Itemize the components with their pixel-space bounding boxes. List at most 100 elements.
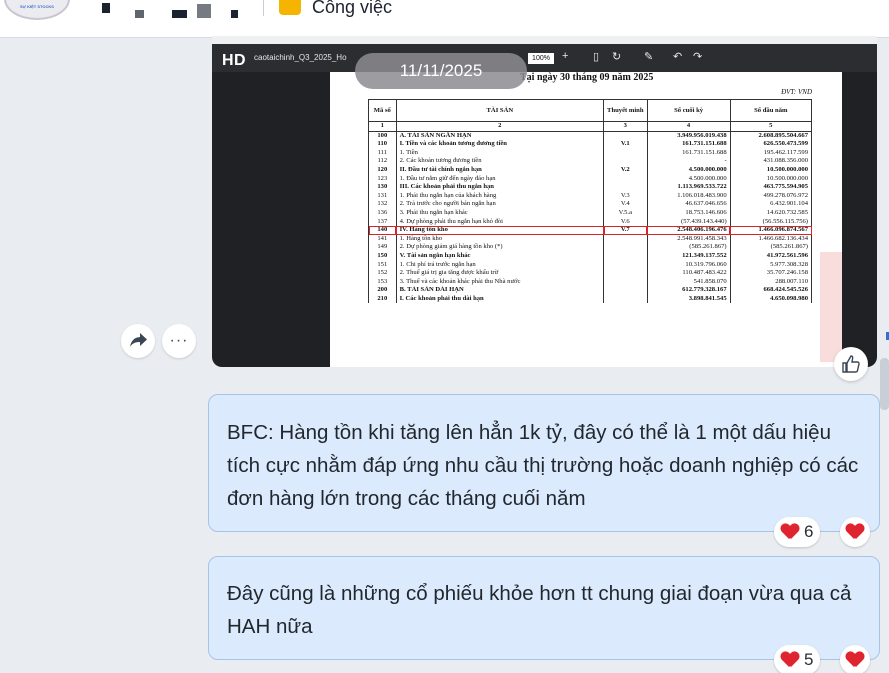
more-button[interactable]: ··· (162, 324, 196, 358)
message-text: BFC: Hàng tồn khi tăng lên hẳn 1k tỷ, đâ… (227, 421, 859, 510)
pdf-unit: ĐVT: VND (781, 88, 812, 96)
row-end-value: 541.858.070 (646, 277, 731, 287)
zoom-level: 100% (528, 53, 554, 64)
row-name: V. Tài sản ngắn hạn khác (395, 251, 605, 261)
table-row: 141 1. Hàng tồn kho 2.548.991.458.343 1.466… (368, 234, 813, 244)
react-button[interactable] (840, 517, 870, 547)
row-note (603, 286, 648, 295)
pdf-file-name: caotaichinh_Q3_2025_Ho (254, 53, 347, 62)
row-code: 136 (368, 208, 397, 218)
row-start-value: 195.462.117.599 (729, 148, 813, 158)
row-start-value: 4.650.098.980 (729, 294, 813, 304)
row-note: V.4 (603, 200, 648, 209)
undo-icon: ↶ (673, 51, 683, 63)
message-bubble[interactable]: Đây cũng là những cổ phiếu khỏe hơn tt c… (208, 556, 880, 660)
table-row: 210 I. Các khoản phải thu dài hạn 3.898.84… (368, 294, 813, 304)
table-row: 130 III. Các khoản phải thu ngắn hạn 1.113… (368, 183, 813, 192)
row-start-value: (56.556.115.756) (729, 217, 813, 227)
table-row: 110 I. Tiền và các khoản tương đương tiền… (368, 140, 813, 149)
date-separator: 11/11/2025 (355, 53, 527, 89)
scrollbar[interactable] (880, 358, 889, 410)
row-end-value: - (646, 157, 731, 166)
row-code: 137 (368, 217, 397, 227)
row-end-value: 46.637.046.656 (646, 200, 731, 209)
row-code: 112 (368, 157, 397, 166)
blurred-name (172, 10, 187, 18)
column-header: TÀI SẢN (395, 99, 605, 122)
heart-icon (781, 524, 799, 540)
folder-label[interactable]: Công việc (312, 0, 392, 18)
red-stamp (820, 252, 842, 362)
share-button[interactable] (121, 324, 155, 358)
row-start-value: 10.500.000.000 (729, 174, 813, 184)
column-header: Số cuối kỳ (646, 99, 731, 122)
redo-icon: ↷ (693, 51, 703, 63)
header-divider (263, 0, 264, 16)
row-code: 120 (368, 165, 397, 175)
row-note (603, 131, 648, 141)
row-code: 111 (368, 148, 397, 158)
row-start-value: 1.466.096.874.567 (729, 226, 813, 235)
row-note (603, 243, 648, 252)
annotate-icon: ✎ (644, 51, 654, 63)
row-code: 210 (368, 294, 397, 304)
table-row: 150 V. Tài sản ngắn hạn khác 121.349.137.5… (368, 251, 813, 261)
row-name: I. Tiền và các khoản tương đương tiền (395, 140, 605, 149)
row-name: I. Các khoản phải thu dài hạn (395, 294, 605, 304)
reaction-summary[interactable]: 6 (774, 517, 821, 547)
table-row: 151 1. Chi phí trả trước ngắn hạn 10.319.7… (368, 260, 813, 270)
heart-icon (846, 652, 864, 668)
row-start-value: 10.500.000.000 (729, 165, 813, 175)
image-message[interactable]: HD caotaichinh_Q3_2025_Ho 100% + ▯ ↻ ✎ ↶… (212, 36, 877, 367)
pdf-page-strip (212, 36, 877, 44)
row-end-value: 2.548.991.458.343 (646, 234, 731, 244)
table-row: 112 2. Các khoản tương đương tiền -431.088… (368, 157, 813, 166)
row-note (603, 183, 648, 192)
row-code: 200 (368, 286, 397, 295)
folder-icon[interactable] (279, 0, 301, 15)
row-code: 150 (368, 251, 397, 261)
blurred-name (135, 10, 144, 18)
column-header: Mã số (368, 99, 397, 122)
row-code: 132 (368, 200, 397, 209)
hd-badge: HD (222, 52, 247, 69)
row-note: V.7 (603, 226, 648, 235)
row-name: 1. Phải thu ngắn hạn của khách hàng (395, 191, 605, 201)
table-row: 153 3. Thuế và các khoản khác phải thu Nh… (368, 277, 813, 287)
row-code: 140 (368, 226, 397, 235)
row-name: III. Các khoản phải thu ngắn hạn (395, 183, 605, 192)
table-row: 100 A. TÀI SẢN NGẮN HẠN 3.949.956.019.438 2… (368, 131, 813, 141)
heart-icon (846, 524, 864, 540)
chat-header: SỰ KIỆT STOCKS Công việc (0, 0, 889, 38)
table-row: 152 2. Thuế giá trị gia tăng được khấu tr… (368, 269, 813, 278)
row-start-value: 6.432.901.104 (729, 200, 813, 209)
row-note (603, 294, 648, 304)
react-button[interactable] (840, 645, 870, 673)
row-end-value: 161.731.151.688 (646, 148, 731, 158)
row-code: 123 (368, 174, 397, 184)
row-name: IV. Hàng tồn kho (395, 226, 605, 235)
row-end-value: 18.753.146.606 (646, 208, 731, 218)
pdf-page: Tại ngày 30 tháng 09 năm 2025 ĐVT: VND M… (330, 72, 842, 367)
heart-icon (781, 652, 799, 668)
row-end-value: 10.319.796.060 (646, 260, 731, 270)
row-end-value: 3.898.841.545 (646, 294, 731, 304)
row-note (603, 234, 648, 244)
group-avatar[interactable]: SỰ KIỆT STOCKS (4, 0, 70, 20)
table-row: 137 4. Dự phòng phải thu ngắn hạn khó đòi… (368, 217, 813, 227)
row-name: II. Đầu tư tài chính ngắn hạn (395, 165, 605, 175)
index-cell: 5 (729, 121, 813, 132)
row-name: 2. Trả trước cho người bán ngắn hạn (395, 200, 605, 209)
row-start-value: 499.278.076.972 (729, 191, 813, 201)
row-start-value: 41.972.561.596 (729, 251, 813, 261)
row-note (603, 269, 648, 278)
like-button[interactable] (834, 347, 868, 381)
row-end-value: 161.731.151.688 (646, 140, 731, 149)
row-name: B. TÀI SẢN DÀI HẠN (395, 286, 605, 295)
balance-sheet-table: Mã số TÀI SẢN Thuyết minh Số cuối kỳ Số … (368, 99, 813, 304)
pdf-heading: Tại ngày 30 tháng 09 năm 2025 (520, 72, 654, 83)
message-bubble[interactable]: BFC: Hàng tồn khi tăng lên hẳn 1k tỷ, đâ… (208, 394, 880, 532)
reaction-summary[interactable]: 5 (774, 645, 821, 673)
row-start-value: 668.424.545.526 (729, 286, 813, 295)
row-name: 3. Phải thu ngắn hạn khác (395, 208, 605, 218)
